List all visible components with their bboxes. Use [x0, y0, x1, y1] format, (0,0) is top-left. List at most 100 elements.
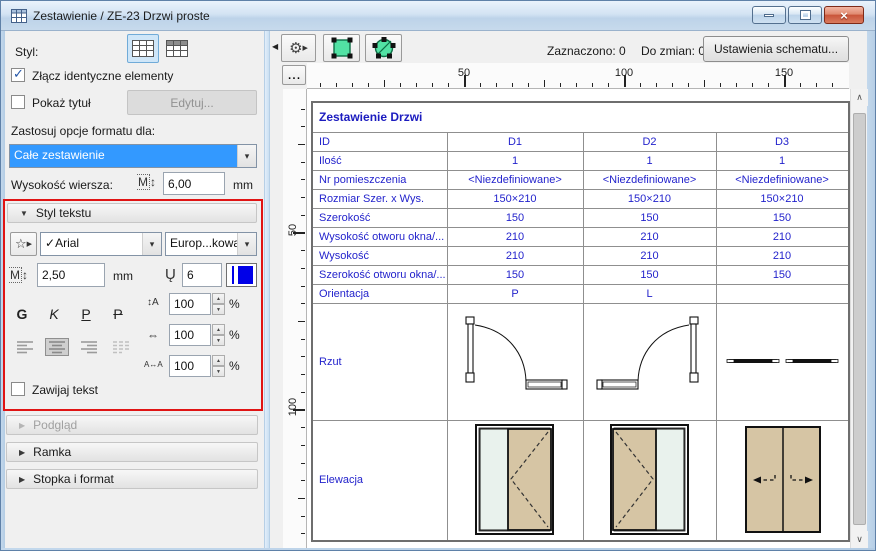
ruler-tick [496, 83, 497, 87]
elevation-drawing-d1 [447, 420, 583, 541]
table-grid-icon [132, 40, 154, 57]
ruler-tick [301, 268, 305, 269]
spin-down-icon[interactable]: ▼ [212, 304, 225, 315]
ruler-tick [301, 463, 305, 464]
table-row: OrientacjaPL [312, 284, 849, 303]
align-right-button[interactable] [77, 338, 101, 356]
ruler-tick [416, 83, 417, 87]
merge-identical-checkbox[interactable] [11, 68, 25, 82]
text-size-input[interactable] [37, 263, 105, 287]
ruler-tick [301, 162, 305, 163]
ruler-label: 50 [458, 67, 470, 79]
footer-section-header[interactable]: ▶ Stopka i format [6, 469, 258, 489]
font-select[interactable]: ✓Arial ▾ [40, 232, 162, 256]
chevron-collapsed-icon: ▶ [19, 421, 25, 430]
chevron-down-icon[interactable]: ▾ [142, 233, 161, 255]
spin-down-icon[interactable]: ▼ [212, 366, 225, 377]
schedule-settings-window: Zestawienie / ZE-23 Drzwi proste × Styl:… [0, 0, 876, 551]
chevron-collapsed-icon: ▶ [19, 475, 25, 484]
text-height-icon: M↕ [9, 268, 28, 282]
ruler-tick [480, 83, 481, 87]
table-row: Rozmiar Szer. x Wys.150×210150×210150×21… [312, 189, 849, 208]
scheme-settings-button[interactable]: Ustawienia schematu... [703, 36, 849, 62]
row-label: Wysokość [312, 246, 447, 265]
ruler-tick [336, 83, 337, 87]
pen-number-input[interactable] [182, 263, 222, 287]
table-row: Szerokość otworu okna/...150150150 [312, 265, 849, 284]
underline-button[interactable]: P [73, 303, 99, 325]
line-spacing-unit: % [229, 297, 240, 311]
wrap-text-label: Zawijaj tekst [32, 383, 98, 397]
ruler-tick [301, 286, 305, 287]
spin-up-icon[interactable]: ▲ [212, 355, 225, 366]
ruler-tick [544, 80, 545, 87]
style-header-button[interactable] [161, 34, 193, 63]
door-plan-left-icon [584, 304, 716, 417]
ruler-tick [352, 83, 353, 87]
spin-up-icon[interactable]: ▲ [212, 324, 225, 335]
schedule-preview-pane[interactable]: Zestawienie Drzwi IDD1D2D3Ilość111Nr pom… [307, 89, 850, 548]
ruler-tick [301, 533, 305, 534]
ruler-tick [592, 83, 593, 87]
italic-button[interactable]: K [41, 303, 67, 325]
format-scope-select[interactable]: Całe zestawienie ▾ [9, 144, 257, 168]
select-area-button[interactable] [323, 34, 360, 62]
minimize-button[interactable] [752, 6, 786, 24]
line-spacing-input[interactable] [169, 293, 211, 315]
letter-spacing-stepper[interactable]: ▲▼ [212, 355, 225, 377]
style-grid-button[interactable] [127, 34, 159, 63]
text-style-section-header[interactable]: ▼ Styl tekstu [7, 203, 257, 223]
window-right-border [867, 31, 876, 551]
chevron-down-icon[interactable]: ▾ [237, 145, 256, 167]
scroll-down-icon[interactable]: ∨ [851, 531, 868, 548]
row-label: Ilość [312, 151, 447, 170]
row-value: 150×210 [447, 189, 583, 208]
title-bar[interactable]: Zestawienie / ZE-23 Drzwi proste × [1, 1, 876, 31]
close-button[interactable]: × [824, 6, 864, 24]
align-left-button[interactable] [13, 338, 37, 356]
wrap-text-checkbox[interactable] [11, 382, 25, 396]
row-value: L [583, 284, 716, 303]
row-height-input[interactable] [163, 172, 225, 195]
width-factor-stepper[interactable]: ▲▼ [212, 324, 225, 346]
row-label: Elewacja [312, 420, 447, 541]
favorites-star-button[interactable]: ☆ ▶ [10, 232, 37, 256]
window-title: Zestawienie / ZE-23 Drzwi proste [33, 9, 210, 23]
font-name-value: Arial [55, 236, 79, 250]
row-value: P [447, 284, 583, 303]
align-center-button[interactable] [45, 338, 69, 356]
spin-down-icon[interactable]: ▼ [212, 335, 225, 346]
select-polygon-button[interactable] [365, 34, 402, 62]
row-label: Rzut [312, 303, 447, 420]
spin-up-icon[interactable]: ▲ [212, 293, 225, 304]
align-justify-button[interactable] [109, 338, 133, 356]
scroll-up-icon[interactable]: ∧ [851, 89, 868, 106]
pen-color-swatch[interactable] [226, 263, 257, 287]
vertical-scrollbar[interactable]: ∧ ∨ [850, 89, 867, 548]
row-value: D2 [583, 132, 716, 151]
collapse-panel-arrow-icon[interactable]: ◀ [272, 42, 278, 51]
row-value: <Niezdefiniowane> [583, 170, 716, 189]
line-spacing-stepper[interactable]: ▲▼ [212, 293, 225, 315]
row-value: 150×210 [716, 189, 849, 208]
scrollbar-thumb[interactable] [853, 113, 866, 525]
panel-splitter[interactable] [264, 31, 270, 548]
schedule-body: Zestawienie Drzwi IDD1D2D3Ilość111Nr pom… [312, 102, 849, 541]
bold-button[interactable]: G [9, 303, 35, 325]
ruler-tick [736, 83, 737, 87]
align-justify-icon [112, 340, 130, 354]
maximize-button[interactable] [788, 6, 822, 24]
show-title-checkbox[interactable] [11, 95, 25, 109]
elevation-drawing-d3 [716, 420, 849, 541]
encoding-select[interactable]: Europ...kowa ▾ [165, 232, 257, 256]
pen-line-color [232, 266, 234, 284]
strikethrough-button[interactable]: P [105, 303, 131, 325]
chevron-down-icon[interactable]: ▾ [237, 233, 256, 255]
ruler-options-button[interactable]: ... [282, 65, 306, 85]
width-factor-input[interactable] [169, 324, 211, 346]
align-right-icon [80, 340, 98, 354]
text-size-unit: mm [113, 269, 133, 283]
letter-spacing-input[interactable] [169, 355, 211, 377]
settings-gear-button[interactable]: ⚙ ▶ [281, 34, 316, 62]
frame-section-header[interactable]: ▶ Ramka [6, 442, 258, 462]
